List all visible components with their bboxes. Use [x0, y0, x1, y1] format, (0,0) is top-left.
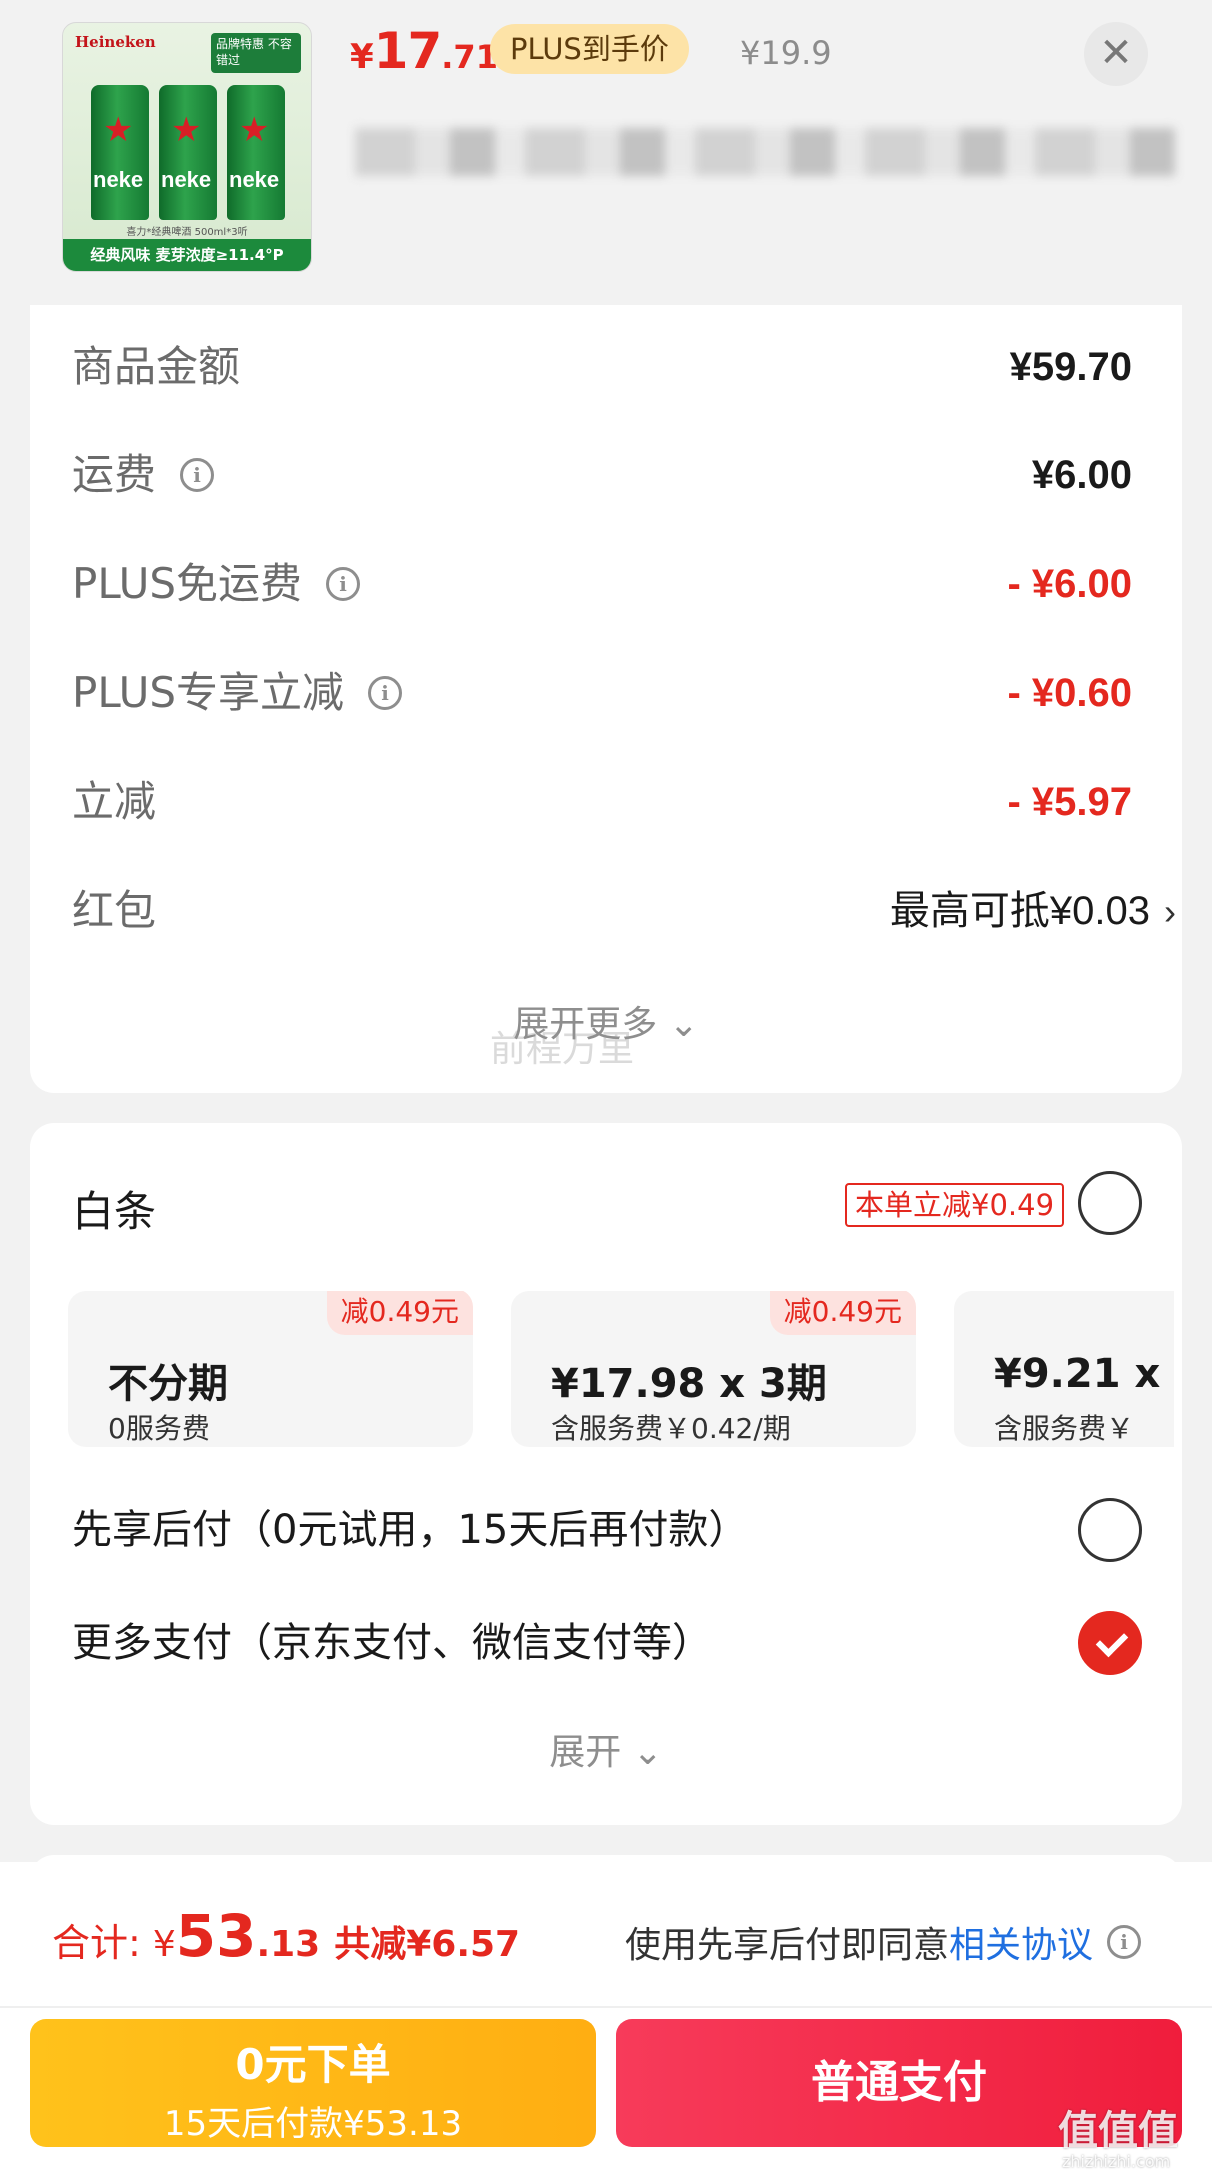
- baitiao-discount-badge: 本单立减¥0.49: [845, 1183, 1065, 1227]
- plan-main: ¥17.98 x 3期: [551, 1361, 827, 1407]
- star-icon: ★: [171, 110, 202, 150]
- fee-row-red-packet[interactable]: 红包 最高可抵¥0.03 ›: [72, 881, 1176, 941]
- pay-option-label: 更多支付（京东支付、微信支付等）: [72, 1620, 712, 1666]
- star-icon: ★: [103, 110, 134, 150]
- baitiao-radio[interactable]: [1078, 1171, 1142, 1235]
- pay-option-radio[interactable]: [1078, 1498, 1142, 1562]
- plan-6-periods[interactable]: ¥9.21 x 含服务费￥: [954, 1291, 1174, 1447]
- zero-yuan-order-button[interactable]: 0元下单 15天后付款¥53.13: [30, 2019, 596, 2147]
- watermark: 前程万里: [490, 1029, 635, 1070]
- info-icon[interactable]: i: [1107, 1925, 1142, 1959]
- fee-value: ¥6.00: [1031, 453, 1132, 497]
- red-packet-value: 最高可抵¥0.03: [889, 889, 1150, 933]
- payment-card: 白条 本单立减¥0.49 减0.49元 不分期 0服务费 减0.49元 ¥17.…: [30, 1123, 1182, 1825]
- pay-option-radio-checked[interactable]: [1078, 1611, 1142, 1675]
- original-price: ¥19.9: [740, 34, 832, 72]
- info-icon[interactable]: i: [368, 676, 403, 710]
- fee-row-plus-free-shipping: PLUS免运费 i - ¥6.00: [72, 554, 1132, 614]
- plan-discount-tag: 减0.49元: [769, 1291, 916, 1335]
- order-amount-card: 商品金额 ¥59.70 运费 i ¥6.00 PLUS免运费 i - ¥6.00 P…: [30, 305, 1182, 1093]
- fee-row-plus-discount: PLUS专享立减 i - ¥0.60: [72, 663, 1132, 723]
- zero-button-subtitle: 15天后付款¥53.13: [163, 2104, 463, 2144]
- plan-3-periods[interactable]: 减0.49元 ¥17.98 x 3期 含服务费￥0.42/期: [511, 1291, 916, 1447]
- plus-price: ¥ 17 .71: [350, 22, 498, 92]
- site-watermark-url: zhizhizhi.com: [1062, 2152, 1171, 2171]
- divider: [0, 2006, 1212, 2008]
- star-icon: ★: [239, 110, 270, 150]
- fee-label: 运费: [72, 450, 157, 499]
- plan-sub: 含服务费￥: [994, 1412, 1135, 1445]
- product-title-blurred: [355, 128, 1175, 176]
- plan-main: ¥9.21 x: [994, 1351, 1161, 1397]
- installment-plans: 减0.49元 不分期 0服务费 减0.49元 ¥17.98 x 3期 含服务费￥…: [68, 1291, 1174, 1451]
- pay-option-buy-now-pay-later[interactable]: 先享后付（0元试用，15天后再付款）: [72, 1495, 1142, 1565]
- plan-discount-tag: 减0.49元: [326, 1291, 473, 1335]
- total-integer: 53: [175, 1902, 257, 1970]
- total-amount: 合计: ¥ 53 .13 共减¥6.57: [52, 1902, 520, 1970]
- info-icon[interactable]: i: [180, 458, 215, 492]
- fee-value: - ¥5.97: [1007, 780, 1132, 824]
- image-bottom-bar: 经典风味 麦芽浓度≥11.4°P: [63, 239, 311, 271]
- pay-option-label: 先享后付（0元试用，15天后再付款）: [72, 1507, 749, 1553]
- zero-button-title: 0元下单: [235, 2040, 391, 2089]
- plan-sub: 含服务费￥0.42/期: [551, 1412, 791, 1445]
- image-tag: 品牌特惠 不容错过: [211, 33, 301, 73]
- beer-can: ★ neke: [227, 85, 285, 220]
- fee-value: ¥59.70: [1009, 345, 1132, 389]
- agreement-notice: 使用先享后付即同意 相关协议 i: [625, 1916, 1142, 1968]
- fee-row-shipping: 运费 i ¥6.00: [72, 445, 1132, 505]
- plan-main: 不分期: [108, 1361, 228, 1407]
- product-image[interactable]: Heineken 品牌特惠 不容错过 ★ neke ★ neke ★ neke …: [62, 22, 312, 272]
- agreement-text: 使用先享后付即同意: [625, 1925, 950, 1966]
- brand-logo: Heineken: [75, 33, 156, 51]
- total-decimal: .13: [256, 1924, 321, 1965]
- total-label: 合计:: [52, 1921, 141, 1965]
- pay-option-more[interactable]: 更多支付（京东支付、微信支付等）: [72, 1608, 1142, 1678]
- baitiao-title: 白条: [72, 1187, 157, 1236]
- fee-value: 最高可抵¥0.03 ›: [890, 881, 1176, 942]
- image-note: 喜力*经典啤酒 500ml*3听: [126, 227, 248, 238]
- can-label: neke: [93, 167, 144, 192]
- fee-row-instant-discount: 立减 - ¥5.97: [72, 772, 1132, 832]
- fee-value: - ¥0.60: [1007, 671, 1132, 715]
- plan-no-installment[interactable]: 减0.49元 不分期 0服务费: [68, 1291, 473, 1447]
- fee-label: PLUS专享立减: [72, 668, 345, 717]
- plus-price-badge: PLUS到手价: [490, 24, 689, 74]
- fee-label: 红包: [72, 886, 157, 935]
- plan-sub: 0服务费: [108, 1412, 210, 1445]
- total-saved: 共减¥6.57: [334, 1924, 521, 1965]
- fee-value: - ¥6.00: [1007, 562, 1132, 606]
- product-header: Heineken 品牌特惠 不容错过 ★ neke ★ neke ★ neke …: [0, 0, 1212, 300]
- price-currency: ¥: [350, 37, 374, 77]
- beer-can: ★ neke: [159, 85, 217, 220]
- price-integer: 17: [373, 22, 443, 80]
- fee-label: PLUS免运费: [72, 559, 303, 608]
- fee-row-goods: 商品金额 ¥59.70: [72, 337, 1132, 397]
- can-label: neke: [229, 167, 280, 192]
- close-icon: ✕: [1099, 30, 1133, 76]
- beer-can: ★ neke: [91, 85, 149, 220]
- site-watermark: 值值值: [1058, 2108, 1178, 2154]
- total-currency: ¥: [152, 1924, 176, 1965]
- close-button[interactable]: ✕: [1084, 22, 1148, 86]
- can-label: neke: [161, 167, 212, 192]
- checkout-bar: 合计: ¥ 53 .13 共减¥6.57 使用先享后付即同意 相关协议 i 0元…: [0, 1862, 1212, 2182]
- chevron-right-icon: ›: [1164, 891, 1176, 932]
- agreement-link[interactable]: 相关协议: [949, 1916, 1093, 1968]
- fee-label: 立减: [72, 777, 157, 826]
- fee-label: 商品金额: [72, 342, 241, 391]
- info-icon[interactable]: i: [326, 567, 361, 601]
- expand-button[interactable]: 展开 ⌄: [30, 1723, 1182, 1775]
